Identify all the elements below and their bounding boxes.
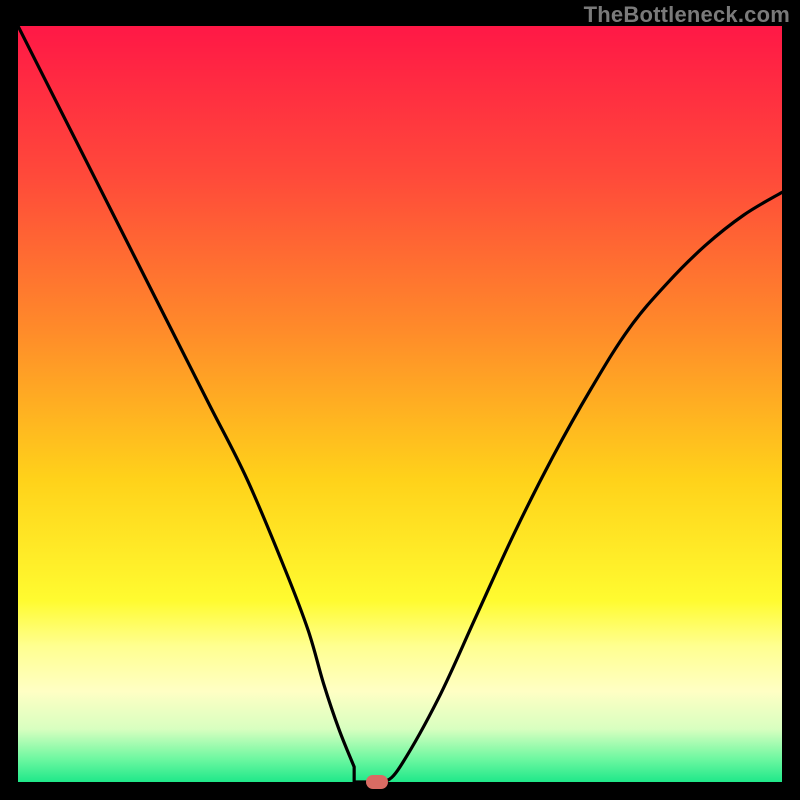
plot-area bbox=[18, 26, 782, 782]
watermark-text: TheBottleneck.com bbox=[584, 2, 790, 28]
optimal-point-marker bbox=[366, 775, 388, 789]
chart-frame: TheBottleneck.com bbox=[0, 0, 800, 800]
bottleneck-curve-chart bbox=[18, 26, 782, 782]
gradient-background bbox=[18, 26, 782, 782]
